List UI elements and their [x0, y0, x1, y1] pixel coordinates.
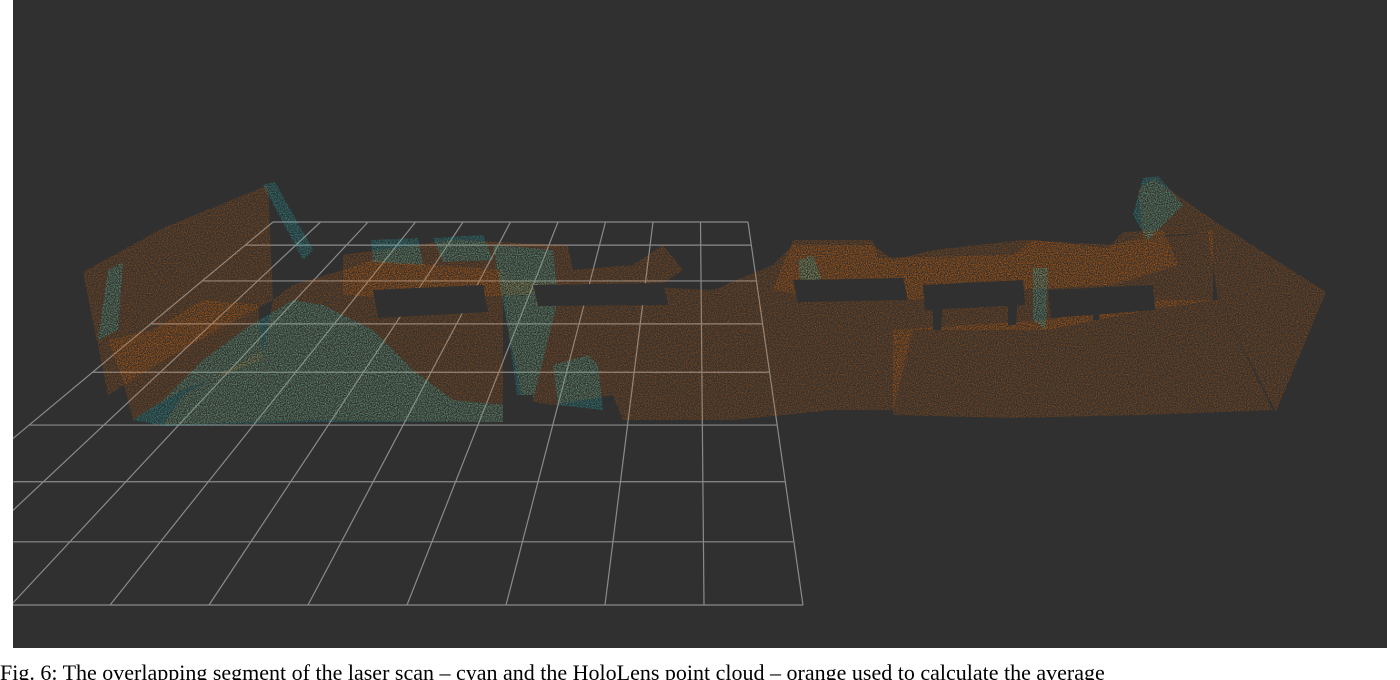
desk-cyan-2 — [433, 235, 493, 262]
center-block-cyan — [553, 355, 603, 410]
figure-caption: Fig. 6: The overlapping segment of the l… — [0, 662, 1105, 680]
right-desk-cyan — [1033, 268, 1048, 330]
point-cloud-scene — [13, 176, 1326, 606]
point-cloud-viewport[interactable] — [13, 0, 1387, 648]
desk-cyan-1 — [371, 238, 423, 265]
